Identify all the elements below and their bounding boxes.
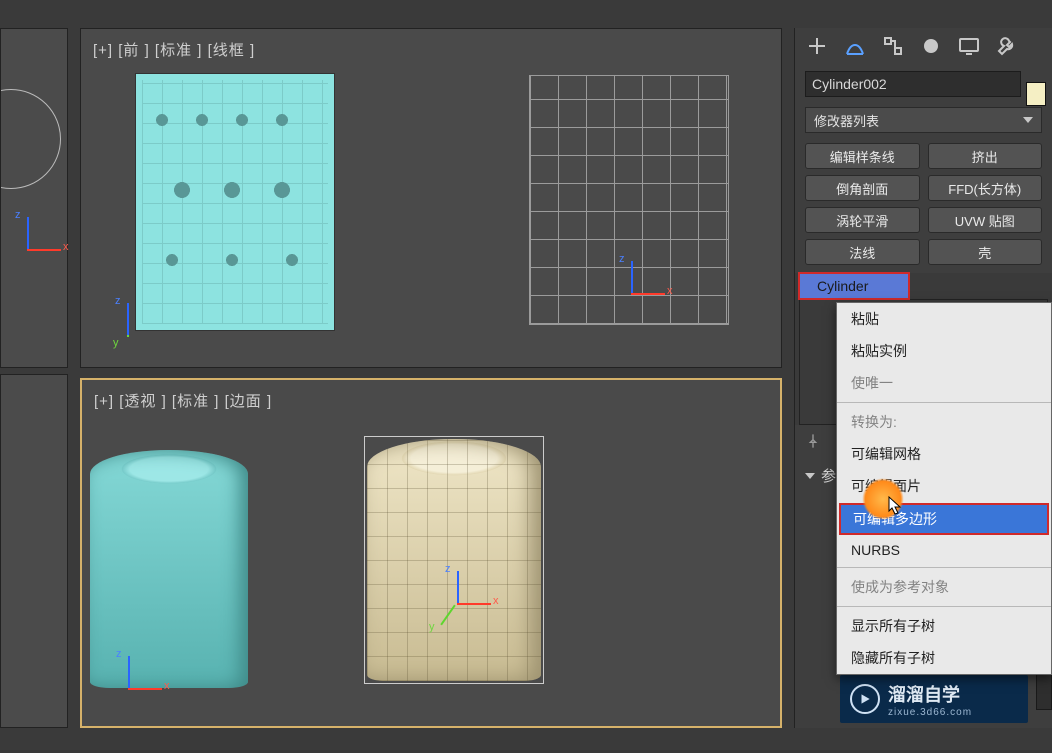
viewport-label-persp[interactable]: [+] [透视 ] [标准 ] [边面 ] xyxy=(94,390,272,411)
cylinder-teal xyxy=(90,450,248,688)
object-name-input[interactable] xyxy=(805,71,1021,97)
ctx-editable-poly[interactable]: 可编辑多边形 xyxy=(839,503,1049,535)
front-plane-object xyxy=(135,73,335,331)
axis-gizmo-persp-corner: z x xyxy=(106,662,152,708)
cylinder-selected[interactable]: z x y xyxy=(364,436,544,684)
utilities-tab-icon[interactable] xyxy=(995,34,1019,61)
pin-icon[interactable] xyxy=(805,433,821,449)
viewport-bottomleft[interactable] xyxy=(0,374,68,728)
axis-gizmo-front: z x xyxy=(609,267,655,313)
modifier-btn-extrude[interactable]: 挤出 xyxy=(928,143,1043,169)
wire-circle xyxy=(0,89,61,189)
modifier-btn-bevelprofile[interactable]: 倒角剖面 xyxy=(805,175,920,201)
chevron-down-icon xyxy=(1023,117,1033,123)
play-icon xyxy=(850,684,880,714)
modifier-btn-turbosmooth[interactable]: 涡轮平滑 xyxy=(805,207,920,233)
viewport-front[interactable]: [+] [前 ] [标准 ] [线框 ] z x z y xyxy=(80,28,782,368)
cylinder-cream xyxy=(367,439,541,681)
modifier-list-dropdown[interactable]: 修改器列表 xyxy=(805,107,1042,133)
ctx-paste[interactable]: 粘贴 xyxy=(837,303,1051,335)
ctx-editable-mesh[interactable]: 可编辑网格 xyxy=(837,438,1051,470)
modifier-btn-ffd[interactable]: FFD(长方体) xyxy=(928,175,1043,201)
axis-gizmo-persp[interactable]: z x y xyxy=(435,577,481,623)
ctx-show-all-subtrees[interactable]: 显示所有子树 xyxy=(837,610,1051,642)
modify-tab-icon[interactable] xyxy=(843,34,867,61)
object-color-swatch[interactable] xyxy=(1026,82,1046,106)
ctx-make-reference: 使成为参考对象 xyxy=(837,571,1051,603)
watermark-sub: zixue.3d66.com xyxy=(888,707,972,718)
viewport-label-front[interactable]: [+] [前 ] [标准 ] [线框 ] xyxy=(93,39,255,60)
watermark-title: 溜溜自学 xyxy=(888,681,972,707)
ctx-hide-all-subtrees[interactable]: 隐藏所有子树 xyxy=(837,642,1051,674)
stack-item-cylinder[interactable]: Cylinder xyxy=(799,273,909,299)
ctx-nurbs[interactable]: NURBS xyxy=(837,536,1051,564)
create-tab-icon[interactable] xyxy=(805,34,829,61)
watermark: 溜溜自学 zixue.3d66.com xyxy=(840,675,1028,723)
modifier-btn-shell[interactable]: 壳 xyxy=(928,239,1043,265)
ctx-separator xyxy=(837,606,1051,607)
display-tab-icon[interactable] xyxy=(957,34,981,61)
modifier-list-label: 修改器列表 xyxy=(814,111,879,130)
viewports: z x [+] [前 ] [标准 ] [线框 ] z x z y [+] [透视… xyxy=(0,28,786,728)
ctx-editable-patch[interactable]: 可编辑面片 xyxy=(837,470,1051,502)
axis-gizmo: z x xyxy=(5,223,51,269)
panel-toolbar xyxy=(795,28,1052,67)
motion-tab-icon[interactable] xyxy=(919,34,943,61)
modifier-btn-uvw[interactable]: UVW 贴图 xyxy=(928,207,1043,233)
modifier-btn-editspline[interactable]: 编辑样条线 xyxy=(805,143,920,169)
context-menu: 粘贴 粘贴实例 使唯一 转换为: 可编辑网格 可编辑面片 可编辑多边形 NURB… xyxy=(836,302,1052,675)
viewport-left[interactable]: z x xyxy=(0,28,68,368)
hierarchy-tab-icon[interactable] xyxy=(881,34,905,61)
viewport-perspective[interactable]: [+] [透视 ] [标准 ] [边面 ] z x y z x xyxy=(80,378,782,728)
modifier-btn-normal[interactable]: 法线 xyxy=(805,239,920,265)
ctx-separator xyxy=(837,567,1051,568)
ctx-separator xyxy=(837,402,1051,403)
modifier-quick-buttons: 编辑样条线 挤出 倒角剖面 FFD(长方体) 涡轮平滑 UVW 贴图 法线 壳 xyxy=(795,139,1052,269)
chevron-down-icon xyxy=(805,473,815,479)
cursor-icon xyxy=(888,496,902,516)
ctx-convert-to: 转换为: xyxy=(837,406,1051,438)
ctx-paste-instance[interactable]: 粘贴实例 xyxy=(837,335,1051,367)
ctx-make-unique: 使唯一 xyxy=(837,367,1051,399)
axis-gizmo-corner: z y xyxy=(105,309,151,355)
